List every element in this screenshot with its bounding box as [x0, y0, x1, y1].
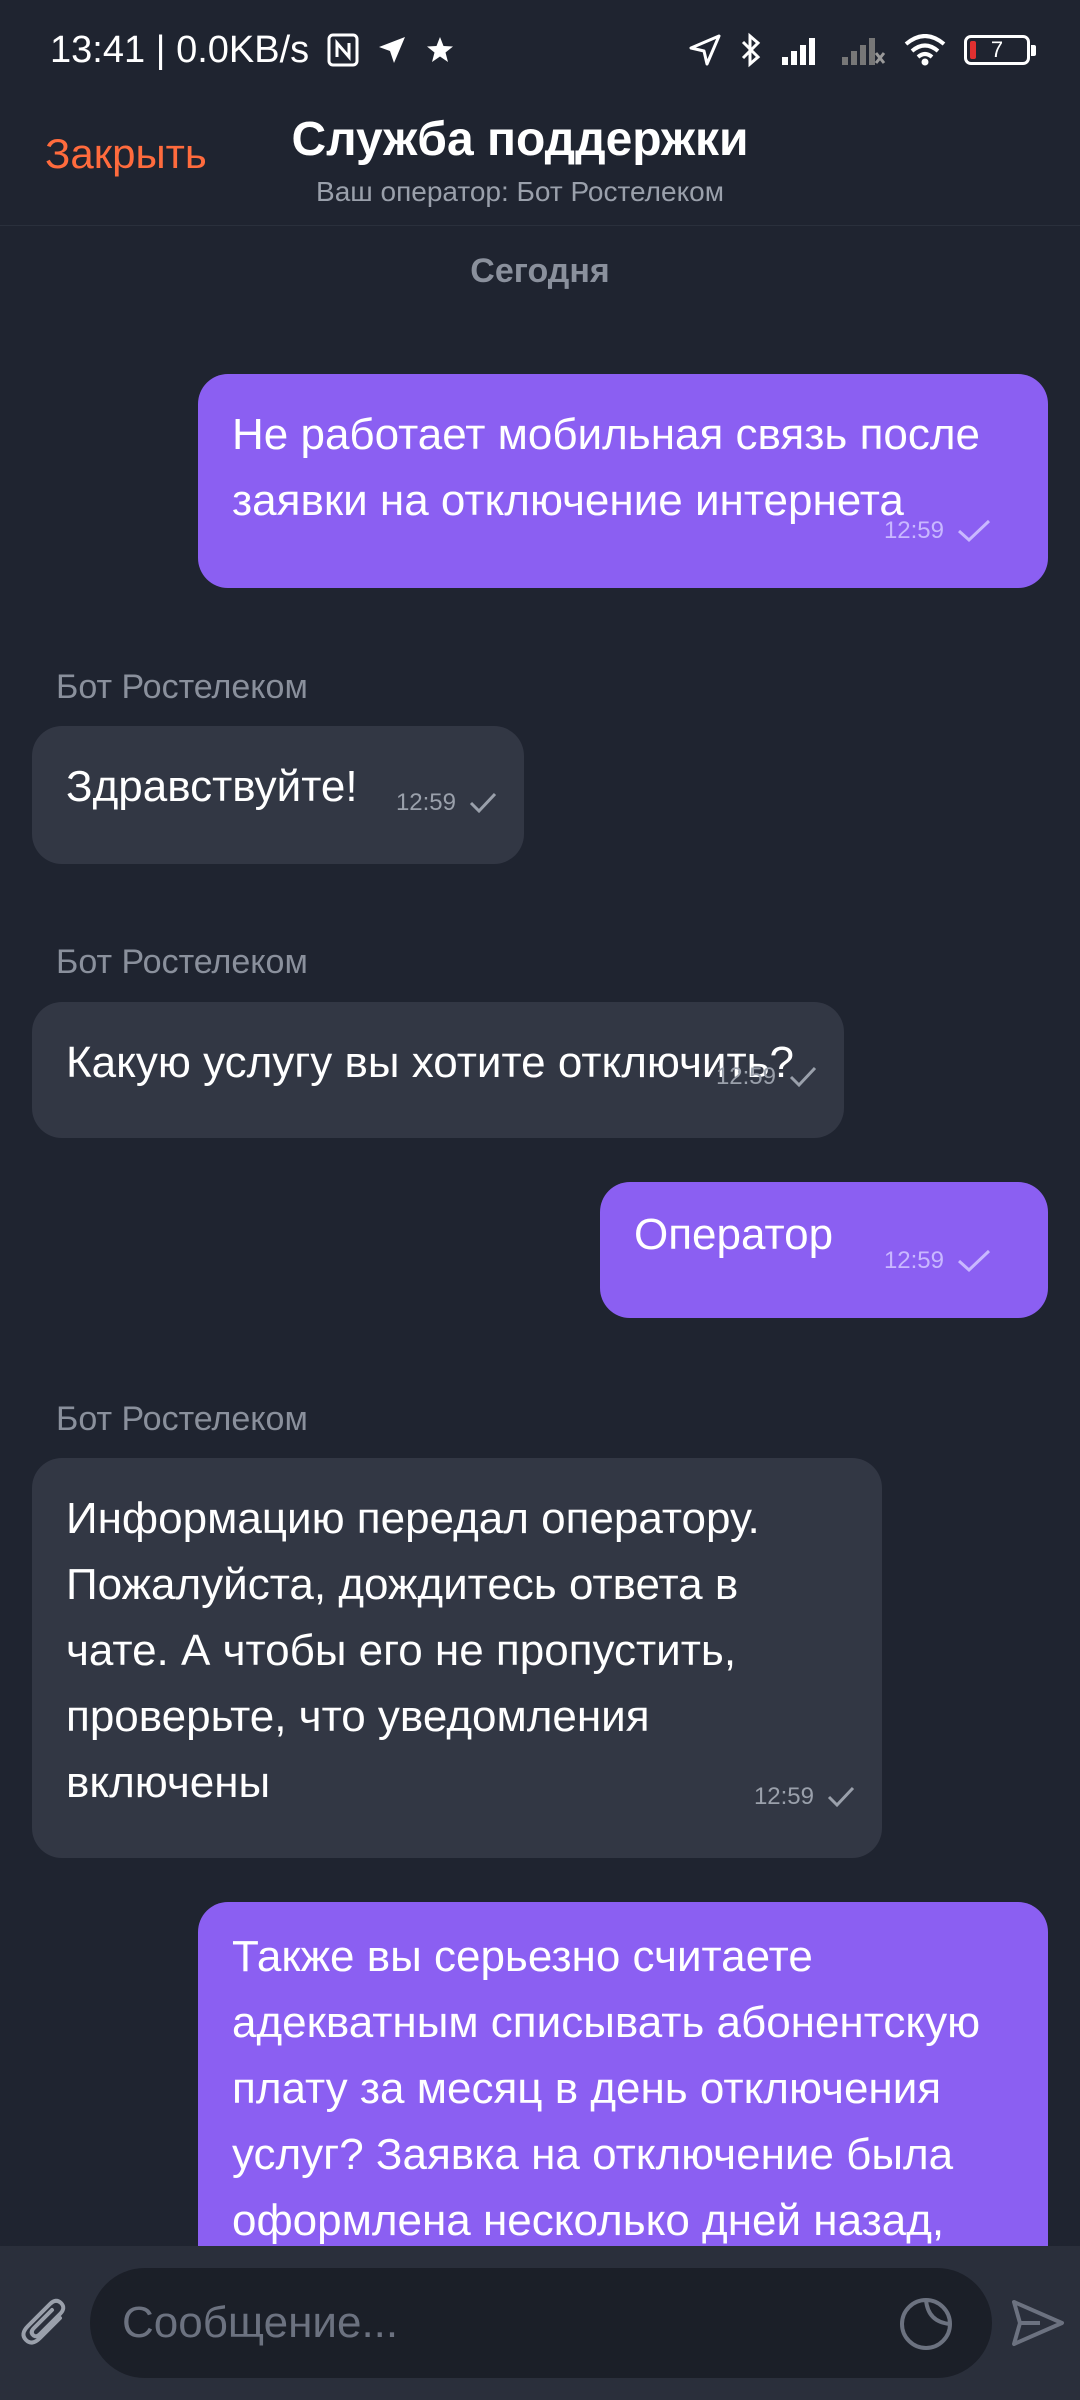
- chat-screen: 13:41 | 0.0KB/s 7 Закрыть Служба поддерж…: [0, 0, 1080, 2400]
- message-time: 12:59: [753, 1783, 814, 1810]
- message-text: Информацию передал оператору. Пожалуйста…: [66, 1494, 760, 1807]
- incoming-message[interactable]: Какую услугу вы хотите отключить? 12:59: [32, 1002, 844, 1138]
- message-text: Какую услугу вы хотите отключить?: [66, 1038, 794, 1087]
- message-time: 12:59: [883, 1247, 944, 1274]
- status-bar: 13:41 | 0.0KB/s 7: [0, 0, 1080, 100]
- message-meta: 12:59: [396, 770, 498, 836]
- message-input-wrapper: [90, 2268, 992, 2378]
- star-icon: [425, 35, 455, 65]
- sender-name: Бот Ростелеком: [56, 668, 308, 706]
- message-meta: 12:59: [716, 1044, 818, 1110]
- read-check-icon: [468, 791, 498, 815]
- message-time: 12:59: [715, 1063, 776, 1090]
- read-check-icon: [788, 1065, 818, 1089]
- status-time-speed: 13:41 | 0.0KB/s: [50, 28, 310, 71]
- outgoing-message[interactable]: Оператор 12:59: [600, 1182, 1048, 1318]
- incoming-message[interactable]: Информацию передал оператору. Пожалуйста…: [32, 1458, 882, 1858]
- message-meta: 12:59: [884, 1228, 992, 1294]
- send-icon: [1010, 2300, 1066, 2351]
- nfc-icon: [327, 33, 359, 67]
- message-text: Также вы серьезно считаете адекватным сп…: [232, 1932, 981, 2245]
- read-check-icon: [956, 1248, 992, 1274]
- status-right: 7: [688, 32, 1036, 68]
- message-meta: 12:59: [754, 1764, 856, 1830]
- sender-name: Бот Ростелеком: [56, 1400, 308, 1438]
- battery-level: 7: [990, 37, 1004, 62]
- operator-subtitle: Ваш оператор: Бот Ростелеком: [316, 176, 724, 207]
- outgoing-message[interactable]: Не работает мобильная связь после заявки…: [198, 374, 1048, 588]
- send-button[interactable]: [1010, 2298, 1066, 2348]
- signal-2-icon: [840, 35, 886, 65]
- paperclip-icon: [20, 2298, 70, 2353]
- message-time: 12:59: [395, 789, 456, 816]
- incoming-message[interactable]: Здравствуйте! 12:59: [32, 726, 524, 864]
- attach-button[interactable]: [20, 2296, 70, 2350]
- message-input[interactable]: [122, 2268, 882, 2378]
- sticker-button[interactable]: [898, 2296, 954, 2352]
- navigation-icon: [688, 33, 722, 67]
- sender-name: Бот Ростелеком: [56, 943, 308, 981]
- read-check-icon: [826, 1785, 856, 1809]
- status-left: 13:41 | 0.0KB/s: [50, 29, 455, 72]
- read-check-icon: [956, 518, 992, 544]
- date-divider: Сегодня: [470, 252, 610, 290]
- sticker-icon: [898, 2298, 954, 2355]
- chat-header: Закрыть Служба поддержки Ваш оператор: Б…: [0, 100, 1080, 226]
- message-time: 12:59: [883, 517, 944, 544]
- message-meta: 12:59: [884, 498, 992, 564]
- signal-icon: [780, 35, 822, 65]
- battery-icon: 7: [964, 35, 1036, 65]
- page-title: Служба поддержки: [291, 113, 749, 166]
- message-composer: [0, 2246, 1080, 2400]
- location-arrow-icon: [377, 35, 407, 65]
- wifi-icon: [904, 34, 946, 66]
- bluetooth-icon: [740, 32, 762, 68]
